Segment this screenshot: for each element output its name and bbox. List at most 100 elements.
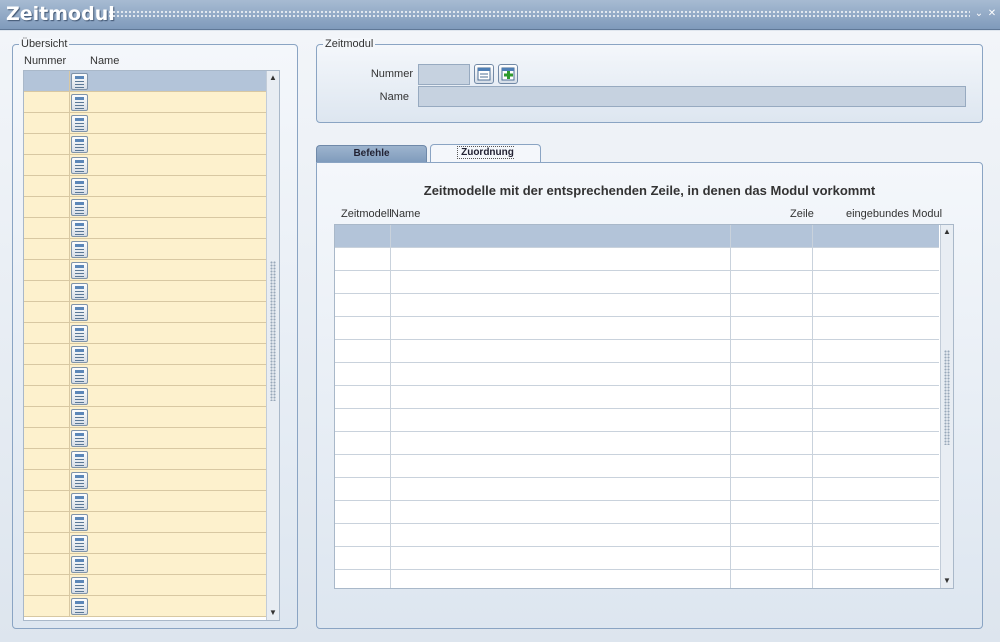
cell-zeitmodell[interactable] [335,570,391,588]
row-detail-icon[interactable] [71,115,88,132]
table-row[interactable] [335,432,939,455]
cell-zeitmodell[interactable] [335,271,391,294]
table-row[interactable] [335,570,939,588]
cell-name[interactable] [70,176,267,197]
cell-name[interactable] [70,407,267,428]
cell-nummer[interactable] [24,71,70,92]
scroll-grip[interactable] [270,261,276,401]
table-row[interactable] [24,218,267,239]
row-detail-icon[interactable] [71,199,88,216]
cell-name[interactable] [70,533,267,554]
cell-modul[interactable] [813,409,939,432]
table-row[interactable] [24,260,267,281]
row-detail-icon[interactable] [71,157,88,174]
cell-name[interactable] [391,409,731,432]
cell-modul[interactable] [813,294,939,317]
cell-modul[interactable] [813,363,939,386]
row-detail-icon[interactable] [71,472,88,489]
cell-name[interactable] [391,386,731,409]
cell-zeile[interactable] [731,386,813,409]
table-row[interactable] [24,302,267,323]
cell-name[interactable] [70,281,267,302]
cell-name[interactable] [70,386,267,407]
row-detail-icon[interactable] [71,94,88,111]
cell-name[interactable] [70,344,267,365]
table-row[interactable] [24,344,267,365]
cell-zeitmodell[interactable] [335,432,391,455]
cell-nummer[interactable] [24,113,70,134]
cell-name[interactable] [70,155,267,176]
cell-nummer[interactable] [24,155,70,176]
cell-modul[interactable] [813,524,939,547]
table-row[interactable] [24,155,267,176]
cell-name[interactable] [70,134,267,155]
cell-name[interactable] [70,92,267,113]
cell-zeile[interactable] [731,317,813,340]
cell-modul[interactable] [813,455,939,478]
cell-name[interactable] [70,218,267,239]
cell-modul[interactable] [813,271,939,294]
cell-zeile[interactable] [731,409,813,432]
row-detail-icon[interactable] [71,493,88,510]
row-detail-icon[interactable] [71,325,88,342]
cell-zeitmodell[interactable] [335,409,391,432]
table-row[interactable] [24,533,267,554]
cell-name[interactable] [391,547,731,570]
cell-nummer[interactable] [24,533,70,554]
table-row[interactable] [335,294,939,317]
cell-name[interactable] [391,524,731,547]
table-row[interactable] [335,340,939,363]
table-row[interactable] [24,176,267,197]
close-icon[interactable]: ✕ [987,7,997,21]
cell-nummer[interactable] [24,218,70,239]
cell-modul[interactable] [813,317,939,340]
cell-nummer[interactable] [24,239,70,260]
row-detail-icon[interactable] [71,409,88,426]
row-detail-icon[interactable] [71,535,88,552]
table-row[interactable] [24,386,267,407]
cell-name[interactable] [391,432,731,455]
row-detail-icon[interactable] [71,178,88,195]
row-detail-icon[interactable] [71,556,88,573]
cell-zeile[interactable] [731,294,813,317]
cell-name[interactable] [70,71,267,92]
scroll-up-icon[interactable]: ▲ [942,227,952,237]
cell-name[interactable] [70,470,267,491]
cell-zeile[interactable] [731,524,813,547]
cell-name[interactable] [70,554,267,575]
cell-name[interactable] [391,340,731,363]
table-row[interactable] [24,575,267,596]
cell-nummer[interactable] [24,407,70,428]
cell-zeile[interactable] [731,432,813,455]
table-row[interactable] [335,363,939,386]
cell-name[interactable] [70,575,267,596]
row-detail-icon[interactable] [71,598,88,615]
cell-nummer[interactable] [24,428,70,449]
cell-name[interactable] [391,570,731,588]
overview-scrollbar[interactable]: ▲ ▼ [266,71,279,620]
table-row[interactable] [335,317,939,340]
cell-nummer[interactable] [24,260,70,281]
table-row[interactable] [335,501,939,524]
cell-zeitmodell[interactable] [335,501,391,524]
table-row[interactable] [24,470,267,491]
cell-nummer[interactable] [24,176,70,197]
cell-name[interactable] [70,239,267,260]
cell-zeile[interactable] [731,455,813,478]
cell-name[interactable] [391,294,731,317]
row-detail-icon[interactable] [71,304,88,321]
row-detail-icon[interactable] [71,73,88,90]
cell-zeile[interactable] [731,363,813,386]
row-detail-icon[interactable] [71,283,88,300]
table-row[interactable] [24,197,267,218]
cell-name[interactable] [70,449,267,470]
cell-zeile[interactable] [731,501,813,524]
tab-befehle[interactable]: Befehle [316,145,427,163]
cell-name[interactable] [70,512,267,533]
table-row[interactable] [24,449,267,470]
cell-name[interactable] [391,271,731,294]
table-row[interactable] [24,323,267,344]
row-detail-icon[interactable] [71,514,88,531]
table-row[interactable] [24,491,267,512]
row-detail-icon[interactable] [71,388,88,405]
